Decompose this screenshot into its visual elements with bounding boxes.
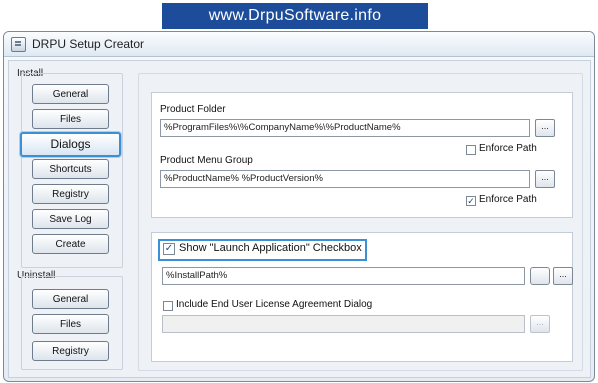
install-dialogs-button[interactable]: Dialogs bbox=[20, 132, 121, 157]
menu-group-label: Product Menu Group bbox=[160, 155, 253, 166]
title-bar: DRPU Setup Creator bbox=[4, 32, 594, 57]
install-path-option-button[interactable] bbox=[530, 267, 550, 285]
install-files-button[interactable]: Files bbox=[32, 109, 109, 129]
site-banner: www.DrpuSoftware.info bbox=[162, 3, 428, 29]
menu-group-enforce-label: Enforce Path bbox=[479, 194, 537, 205]
product-folder-input[interactable]: %ProgramFiles%\%CompanyName%\%ProductNam… bbox=[160, 119, 530, 137]
install-path-input[interactable]: %InstallPath% bbox=[162, 267, 525, 285]
product-folder-enforce-checkbox[interactable] bbox=[466, 145, 476, 155]
client-area: Install General Files Dialogs Shortcuts … bbox=[8, 60, 591, 378]
window-title: DRPU Setup Creator bbox=[32, 37, 145, 51]
product-folder-enforce-label: Enforce Path bbox=[479, 143, 537, 154]
dialogs-settings-area: Product Folder %ProgramFiles%\%CompanyNa… bbox=[138, 73, 583, 371]
eula-checkbox-label: Include End User License Agreement Dialo… bbox=[176, 299, 373, 310]
install-group: General Files Dialogs Shortcuts Registry… bbox=[20, 73, 123, 268]
install-shortcuts-button[interactable]: Shortcuts bbox=[32, 159, 109, 179]
launch-checkbox-label: Show "Launch Application" Checkbox bbox=[179, 242, 362, 254]
paths-panel: Product Folder %ProgramFiles%\%CompanyNa… bbox=[151, 92, 573, 218]
eula-path-input[interactable] bbox=[162, 315, 525, 333]
install-general-button[interactable]: General bbox=[32, 84, 109, 104]
product-folder-label: Product Folder bbox=[160, 104, 226, 115]
uninstall-files-button[interactable]: Files bbox=[32, 314, 109, 334]
app-window: DRPU Setup Creator Install General Files… bbox=[3, 31, 595, 382]
menu-group-enforce-checkbox[interactable]: ✓ bbox=[466, 196, 476, 206]
uninstall-group: General Files Registry bbox=[21, 276, 123, 370]
app-icon bbox=[11, 37, 26, 52]
save-log-button[interactable]: Save Log bbox=[32, 209, 109, 229]
menu-group-browse-button[interactable]: ... bbox=[535, 170, 555, 188]
menu-group-input[interactable]: %ProductName% %ProductVersion% bbox=[160, 170, 530, 188]
product-folder-browse-button[interactable]: ... bbox=[535, 119, 555, 137]
eula-checkbox[interactable] bbox=[163, 301, 173, 311]
eula-browse-button[interactable]: ... bbox=[530, 315, 550, 333]
uninstall-registry-button[interactable]: Registry bbox=[32, 341, 109, 361]
install-registry-button[interactable]: Registry bbox=[32, 184, 109, 204]
launch-checkbox[interactable]: ✓ bbox=[163, 243, 175, 255]
install-path-browse-button[interactable]: ... bbox=[553, 267, 573, 285]
uninstall-general-button[interactable]: General bbox=[32, 289, 109, 309]
create-button[interactable]: Create bbox=[32, 234, 109, 254]
launch-panel: ✓ Show "Launch Application" Checkbox %In… bbox=[151, 232, 573, 362]
